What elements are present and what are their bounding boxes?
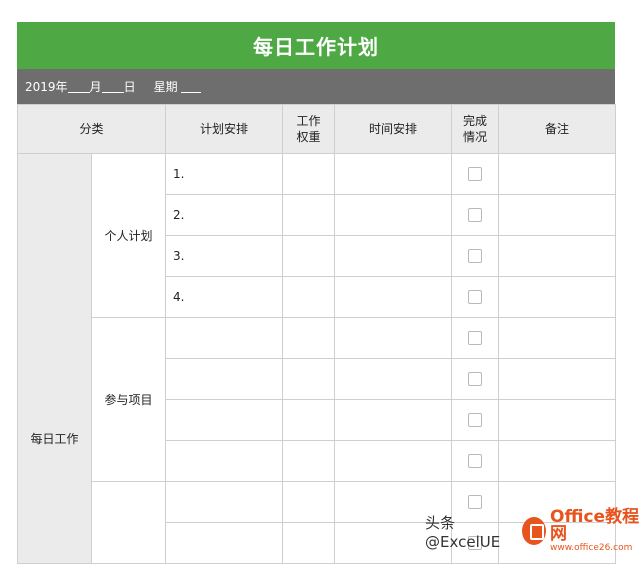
- header-row: 分类 计划安排 工作 权重 时间安排 完成 情况 备注: [16, 104, 617, 154]
- year-label: 2019年: [25, 80, 68, 94]
- header-time: 时间安排: [334, 104, 453, 154]
- done-checkbox[interactable]: [468, 249, 483, 264]
- header-weight: 工作 权重: [282, 104, 336, 154]
- weight-cell[interactable]: [282, 481, 336, 523]
- plan-sheet: 每日工作计划 2019年 月 日 星期 分类 计划安排 工作 权重 时间安排 完成 …: [16, 22, 617, 564]
- plan-table: 分类 计划安排 工作 权重 时间安排 完成 情况 备注 每日工作 个人计划 1.…: [16, 104, 617, 564]
- plan-cell[interactable]: [165, 440, 284, 482]
- group-label: 个人计划: [104, 229, 153, 243]
- group-cell: 参与项目: [90, 317, 167, 482]
- done-cell: [451, 276, 500, 318]
- header-done: 完成 情况: [451, 104, 500, 154]
- done-checkbox[interactable]: [468, 167, 483, 182]
- sheet-title-text: 每日工作计划: [253, 35, 379, 59]
- sheet-title: 每日工作计划: [17, 22, 615, 69]
- group-cell: 个人计划: [90, 153, 167, 318]
- time-cell[interactable]: [334, 317, 453, 359]
- done-checkbox[interactable]: [468, 495, 483, 510]
- done-checkbox[interactable]: [468, 331, 483, 346]
- done-cell: [451, 153, 500, 195]
- plan-cell[interactable]: 1.: [165, 153, 284, 195]
- weight-cell[interactable]: [282, 235, 336, 277]
- notes-cell[interactable]: [498, 235, 617, 277]
- time-cell[interactable]: [334, 358, 453, 400]
- weight-cell[interactable]: [282, 399, 336, 441]
- watermark-text: 头条 @ExcelUE: [425, 513, 501, 551]
- plan-cell[interactable]: [165, 358, 284, 400]
- time-cell[interactable]: [334, 153, 453, 195]
- day-label: 日: [123, 80, 136, 94]
- weight-cell[interactable]: [282, 276, 336, 318]
- day-blank[interactable]: [101, 80, 124, 93]
- time-cell[interactable]: [334, 276, 453, 318]
- notes-cell[interactable]: [498, 317, 617, 359]
- header-notes: 备注: [498, 104, 617, 154]
- watermark-brand-name: Office教程网: [550, 507, 640, 544]
- month-label: 月: [89, 80, 102, 94]
- plan-cell[interactable]: [165, 317, 284, 359]
- table-row: 每日工作 个人计划 1.: [17, 153, 617, 564]
- weight-cell[interactable]: [282, 522, 336, 564]
- time-cell[interactable]: [334, 440, 453, 482]
- category-cell: 每日工作: [17, 153, 92, 564]
- weight-cell[interactable]: [282, 194, 336, 236]
- plan-cell[interactable]: 2.: [165, 194, 284, 236]
- watermark-brand-url: www.office26.com: [550, 543, 633, 553]
- date-line: 2019年 月 日 星期: [17, 69, 615, 104]
- weight-cell[interactable]: [282, 440, 336, 482]
- table-row: 参与项目: [18, 317, 617, 482]
- notes-cell[interactable]: [498, 153, 617, 195]
- done-cell: [451, 399, 500, 441]
- watermark-brand: Office教程网 www.office26.com: [550, 509, 640, 553]
- plan-cell[interactable]: [165, 522, 284, 564]
- plan-cell[interactable]: [165, 481, 284, 523]
- group-cell: [90, 481, 167, 564]
- header-category: 分类: [16, 104, 167, 154]
- month-blank[interactable]: [67, 80, 90, 93]
- plan-cell[interactable]: 3.: [165, 235, 284, 277]
- plan-cell[interactable]: [165, 399, 284, 441]
- time-cell[interactable]: [334, 194, 453, 236]
- office-logo-icon: [522, 517, 547, 545]
- notes-cell[interactable]: [498, 194, 617, 236]
- done-cell: [451, 317, 500, 359]
- done-checkbox[interactable]: [468, 413, 483, 428]
- notes-cell[interactable]: [498, 440, 617, 482]
- plan-cell[interactable]: 4.: [165, 276, 284, 318]
- time-cell[interactable]: [334, 399, 453, 441]
- done-checkbox[interactable]: [468, 208, 483, 223]
- time-cell[interactable]: [334, 235, 453, 277]
- done-checkbox[interactable]: [468, 454, 483, 469]
- notes-cell[interactable]: [498, 358, 617, 400]
- weekday-blank[interactable]: [181, 80, 202, 93]
- weight-cell[interactable]: [282, 153, 336, 195]
- weight-cell[interactable]: [282, 358, 336, 400]
- header-plan: 计划安排: [165, 104, 284, 154]
- done-cell: [451, 194, 500, 236]
- done-checkbox[interactable]: [468, 290, 483, 305]
- weight-cell[interactable]: [282, 317, 336, 359]
- watermark: 头条 @ExcelUE Office教程网 www.office26.com: [425, 509, 640, 553]
- done-cell: [451, 440, 500, 482]
- done-cell: [451, 358, 500, 400]
- notes-cell[interactable]: [498, 399, 617, 441]
- done-checkbox[interactable]: [468, 372, 483, 387]
- category-label: 每日工作: [30, 432, 79, 446]
- weekday-label: 星期: [153, 80, 178, 94]
- notes-cell[interactable]: [498, 276, 617, 318]
- group-label: 参与项目: [104, 393, 153, 407]
- done-cell: [451, 235, 500, 277]
